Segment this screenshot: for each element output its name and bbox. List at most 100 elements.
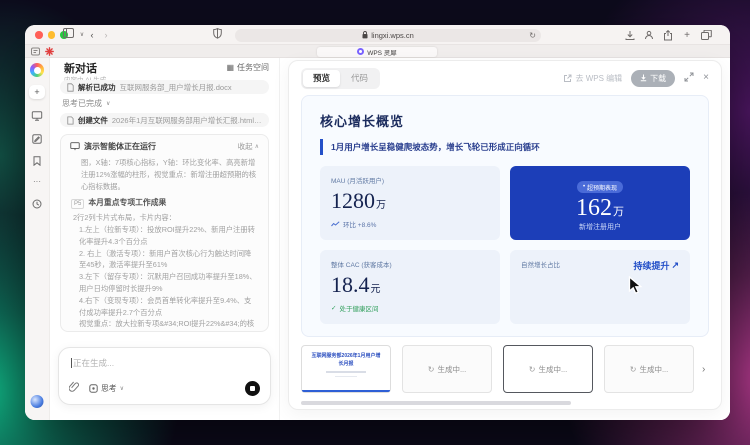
- tab-title: WPS 灵犀: [367, 47, 397, 57]
- preview-card: 预览 代码 去 WPS 编辑 下载: [288, 60, 722, 410]
- refresh-icon[interactable]: ↻: [529, 29, 536, 42]
- lingxi-logo: [30, 63, 44, 77]
- think-mode-button[interactable]: 思考 ∨: [89, 383, 124, 394]
- forward-button[interactable]: ›: [99, 28, 113, 42]
- metric-footer-text: 环比 +8.6%: [343, 219, 376, 229]
- highlight-badge: • 超预期表现: [577, 181, 623, 193]
- presentation-icon[interactable]: [32, 111, 43, 121]
- section-title: 本月重点专项工作成果: [88, 197, 166, 210]
- thinking-label: 思考已完成: [62, 98, 102, 109]
- attach-icon[interactable]: [69, 379, 79, 397]
- task-space-icon: ▦: [226, 63, 234, 72]
- think-label: 思考: [101, 383, 117, 394]
- pinned-tab-red-icon[interactable]: [45, 47, 54, 56]
- new-tab-icon[interactable]: +: [681, 28, 693, 42]
- close-window-button[interactable]: [35, 31, 43, 39]
- profile-icon[interactable]: [643, 28, 655, 42]
- tab-preview[interactable]: 预览: [303, 70, 340, 87]
- user-avatar[interactable]: [31, 395, 44, 408]
- agent-log-line: 3.左下（留存专项）：沉默用户召回成功率提升至18%、用户日均停留时长提升9%: [71, 271, 258, 295]
- privacy-shield-icon[interactable]: [210, 28, 224, 42]
- page-badge: P5: [71, 199, 84, 209]
- lock-icon: [362, 31, 368, 39]
- collapse-button[interactable]: 收起 ∧: [238, 141, 259, 152]
- chat-panel: 新对话 内容由 AI 生成 ▦ 任务空间 解析已成功 互联网服务部_用户增长月报…: [50, 58, 280, 420]
- collapse-label: 收起: [238, 141, 253, 152]
- created-file-name: 2026年1月互联网服务部用户增长汇报.htmlppt: [112, 115, 262, 126]
- close-icon[interactable]: ×: [703, 73, 709, 83]
- trend-text: 持续提升: [633, 259, 669, 272]
- metric-value: 18.4: [331, 274, 370, 296]
- window-content: + ··· 新对话 内容由 AI 生成: [25, 58, 730, 420]
- thumbnail-generating-2[interactable]: ↻生成中...: [402, 345, 492, 393]
- history-icon[interactable]: [32, 199, 42, 209]
- slide-callout: 1月用户增长呈稳健爬坡态势，增长飞轮已形成正向循环: [320, 139, 690, 155]
- parsed-file-chip[interactable]: 解析已成功 互联网服务部_用户增长月报.docx: [60, 80, 269, 94]
- tab-overview-icon[interactable]: [700, 28, 712, 42]
- expand-icon[interactable]: [684, 69, 694, 87]
- created-file-chip[interactable]: 创建文件 2026年1月互联网服务部用户增长汇报.htmlppt: [60, 113, 269, 127]
- metric-footer: ✓ 处于健康区间: [331, 303, 489, 313]
- agent-log-line: 1.左上（拉新专项）：投放ROI提升22%、新用户注册转化率提升4.3个百分点: [71, 224, 258, 248]
- trend-status: 持续提升 ↗: [633, 259, 679, 272]
- metric-footer-text: 处于健康区间: [339, 303, 378, 313]
- metric-label: 整体 CAC (获客成本): [331, 259, 489, 269]
- agent-header: 演示智能体正在运行 收起 ∧: [61, 135, 268, 156]
- monitor-icon: [70, 142, 80, 151]
- minimize-window-button[interactable]: [48, 31, 56, 39]
- metric-label: 自然增长占比: [521, 259, 560, 269]
- horizontal-scrollbar[interactable]: [301, 401, 571, 405]
- download-label: 下载: [650, 73, 666, 84]
- spinner-icon: ↻: [428, 365, 435, 374]
- thumbnail-accent-bar: [302, 390, 390, 393]
- metric-value: 1280: [331, 190, 375, 212]
- chat-input[interactable]: 正在生成... 思考 ∨: [58, 347, 271, 405]
- share-icon[interactable]: [662, 28, 674, 42]
- pinned-tab-icon[interactable]: [31, 47, 40, 56]
- parse-status: 解析已成功: [78, 82, 116, 93]
- metric-card-mau: MAU (月活跃用户) 1280 万 环比 +8.6%: [320, 166, 500, 240]
- mouse-cursor: [628, 276, 645, 300]
- metric-label: MAU (月活跃用户): [331, 175, 489, 185]
- thumbnails-next-button[interactable]: ›: [702, 364, 705, 375]
- url-text: lingxi.wps.cn: [371, 31, 414, 40]
- thumbnail-generating-3-selected[interactable]: ↻生成中...: [503, 345, 593, 393]
- generating-label: 生成中...: [538, 364, 567, 375]
- stop-generating-button[interactable]: [245, 381, 260, 396]
- metric-unit: 万: [613, 203, 624, 219]
- chevron-down-icon: ∨: [106, 100, 110, 107]
- agent-log-line: 2. 右上（激活专项）：新用户首次核心行为触达时间降至45秒，激活率提升至61%: [71, 248, 258, 272]
- file-icon: [67, 83, 74, 92]
- download-icon[interactable]: [624, 28, 636, 42]
- thinking-toggle[interactable]: 思考已完成 ∨: [62, 98, 110, 109]
- metric-card-organic: 自然增长占比 持续提升 ↗: [510, 250, 690, 324]
- document-edit-icon[interactable]: [32, 134, 42, 144]
- preview-header: 预览 代码 去 WPS 编辑 下载: [301, 67, 709, 89]
- tab-code[interactable]: 代码: [341, 70, 378, 87]
- check-icon: ✓: [331, 304, 336, 312]
- create-action: 创建文件: [78, 115, 108, 126]
- more-icon[interactable]: ···: [33, 177, 41, 186]
- thumbnail-generating-4[interactable]: ↻生成中...: [604, 345, 694, 393]
- download-button[interactable]: 下载: [631, 70, 675, 87]
- thumbnail-slide-1[interactable]: 互联网服务部2026年1月用户增长月报: [301, 345, 391, 393]
- left-rail: + ···: [25, 58, 50, 420]
- back-button[interactable]: ‹: [85, 28, 99, 42]
- open-in-wps-button[interactable]: 去 WPS 编辑: [563, 73, 622, 84]
- task-space-button[interactable]: ▦ 任务空间: [226, 62, 269, 73]
- thumbnail-title: 互联网服务部2026年1月用户增长月报: [310, 353, 382, 368]
- sidebar-toggle-icon[interactable]: [61, 28, 75, 42]
- parsed-file-name: 互联网服务部_用户增长月报.docx: [120, 82, 232, 93]
- generating-label: 生成中...: [639, 364, 668, 375]
- open-in-wps-label: 去 WPS 编辑: [575, 73, 622, 84]
- agent-running-card: 演示智能体正在运行 收起 ∧ 图，X轴：7项核心指标，Y轴：环比变化率、高亮新增…: [60, 134, 269, 332]
- agent-log-line: 视觉重点：放大拉新专项&#34;ROI提升22%&#34;的核心数据。: [71, 318, 258, 332]
- new-chat-button[interactable]: +: [29, 85, 45, 99]
- address-bar[interactable]: lingxi.wps.cn ↻: [235, 29, 541, 42]
- bookmark-icon[interactable]: [33, 156, 42, 166]
- metric-label: 新增注册用户: [521, 222, 679, 232]
- text-caret: [71, 358, 72, 368]
- tab-wps-lingxi[interactable]: WPS 灵犀: [317, 47, 437, 58]
- agent-log-line: 4.右下（变现专项）：会员首单转化率提升至9.4%、支付成功率提升2.7个百分点: [71, 295, 258, 319]
- input-placeholder: 正在生成...: [73, 357, 114, 369]
